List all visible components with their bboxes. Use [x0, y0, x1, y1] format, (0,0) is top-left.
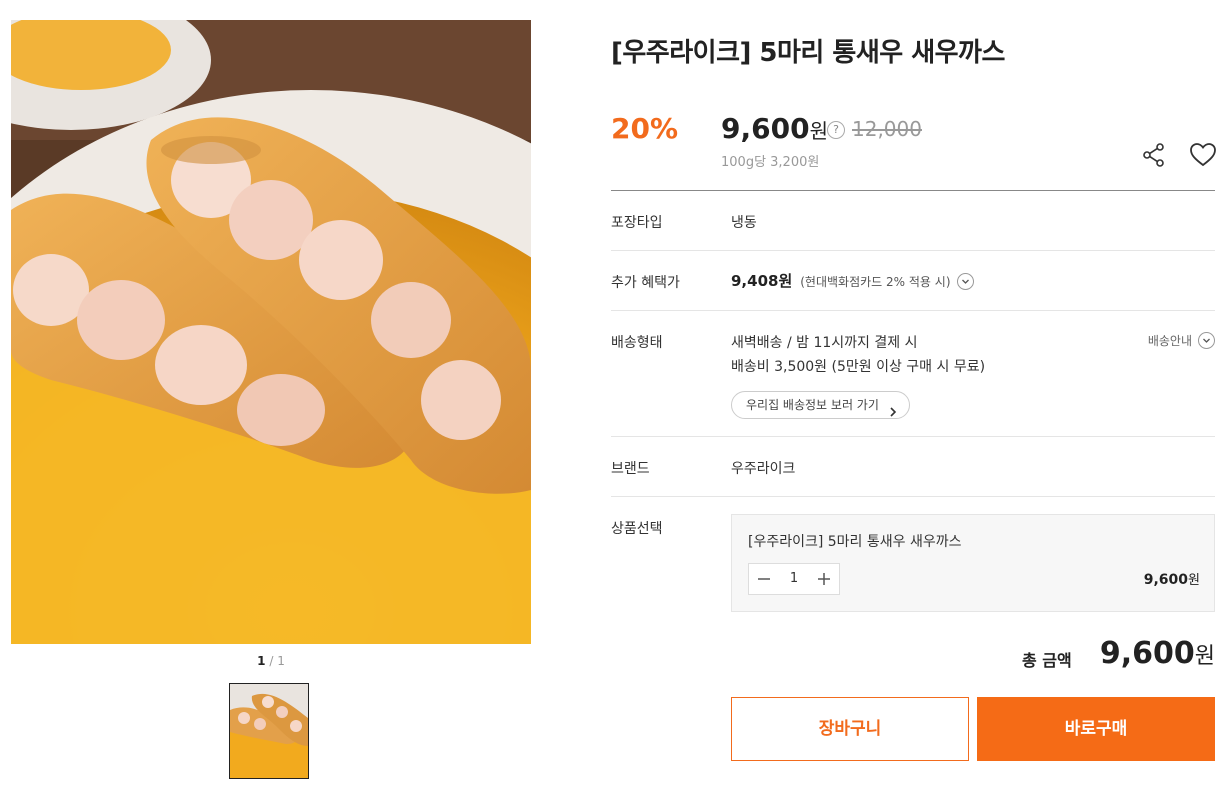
buy-now-button[interactable]: 바로구매 [977, 697, 1215, 761]
benefit-note: (현대백화점카드 2% 적용 시) [800, 275, 951, 289]
option-price: 9,600원 [1144, 569, 1200, 588]
discount-rate: 20% [611, 112, 679, 145]
row-packaging: 포장타입 냉동 [611, 191, 1215, 251]
brand-label: 브랜드 [611, 461, 650, 477]
option-price-unit: 원 [1188, 573, 1200, 588]
packaging-label: 포장타입 [611, 215, 663, 231]
total-label: 총 금액 [1022, 651, 1072, 670]
add-to-cart-button[interactable]: 장바구니 [731, 697, 969, 761]
sale-price-unit: 원 [809, 119, 828, 143]
total-price-unit: 원 [1194, 644, 1215, 669]
option-name: [우주라이크] 5마리 통새우 새우까스 [748, 534, 962, 550]
row-option: 상품선택 [우주라이크] 5마리 통새우 새우까스 1 9,600원 [611, 497, 1215, 627]
original-price: 12,000 [852, 117, 922, 141]
total-price-value: 9,600 [1099, 636, 1195, 671]
benefit-label: 추가 혜택가 [611, 275, 680, 291]
delivery-guide-label: 배송안내 [1147, 334, 1192, 348]
delivery-label: 배송형태 [611, 335, 663, 351]
delivery-line-1: 새벽배송 / 밤 11시까지 결제 시 [731, 335, 918, 351]
heart-icon[interactable] [1189, 142, 1217, 168]
pager-separator: / [269, 654, 274, 668]
delivery-info-button[interactable]: 우리집 배송정보 보러 가기 [731, 391, 910, 419]
plus-button[interactable] [809, 564, 839, 594]
quantity-stepper: 1 [748, 563, 840, 595]
chevron-down-icon[interactable] [956, 272, 974, 290]
delivery-line-2: 배송비 3,500원 (5만원 이상 구매 시 무료) [731, 359, 986, 375]
sale-price: 9,600원 [721, 112, 828, 145]
row-brand: 브랜드 우주라이크 [611, 437, 1215, 497]
chevron-down-icon[interactable] [1198, 332, 1215, 349]
quantity-value: 1 [789, 571, 799, 586]
sale-price-value: 9,600 [721, 112, 810, 145]
delivery-info-button-label: 우리집 배송정보 보러 가기 [746, 398, 879, 412]
packaging-value: 냉동 [731, 215, 757, 231]
pager-total: 1 [277, 654, 285, 668]
option-box: [우주라이크] 5마리 통새우 새우까스 1 9,600원 [731, 514, 1215, 612]
product-title: [우주라이크] 5마리 통새우 새우까스 [611, 38, 1005, 68]
option-label: 상품선택 [611, 521, 663, 537]
pager-current: 1 [257, 654, 266, 668]
benefit-value: 9,408원 (현대백화점카드 2% 적용 시) [731, 270, 974, 291]
brand-value[interactable]: 우주라이크 [731, 458, 795, 478]
option-price-value: 9,600 [1143, 572, 1189, 588]
unit-price: 100g당 3,200원 [721, 155, 820, 170]
minus-button[interactable] [749, 564, 779, 594]
product-main-image [11, 20, 531, 644]
price-help-icon[interactable]: ? [827, 121, 845, 139]
benefit-price: 9,408원 [731, 272, 793, 290]
chevron-right-icon [889, 400, 897, 426]
row-delivery: 배송형태 새벽배송 / 밤 11시까지 결제 시 배송비 3,500원 (5만원… [611, 311, 1215, 437]
image-pager: 1 / 1 [11, 654, 531, 668]
product-thumbnail[interactable] [229, 683, 309, 779]
total-price: 9,600원 [1100, 636, 1215, 671]
row-benefit: 추가 혜택가 9,408원 (현대백화점카드 2% 적용 시) [611, 251, 1215, 311]
share-icon[interactable] [1141, 142, 1167, 168]
delivery-guide-link[interactable]: 배송안내 [1148, 332, 1215, 350]
